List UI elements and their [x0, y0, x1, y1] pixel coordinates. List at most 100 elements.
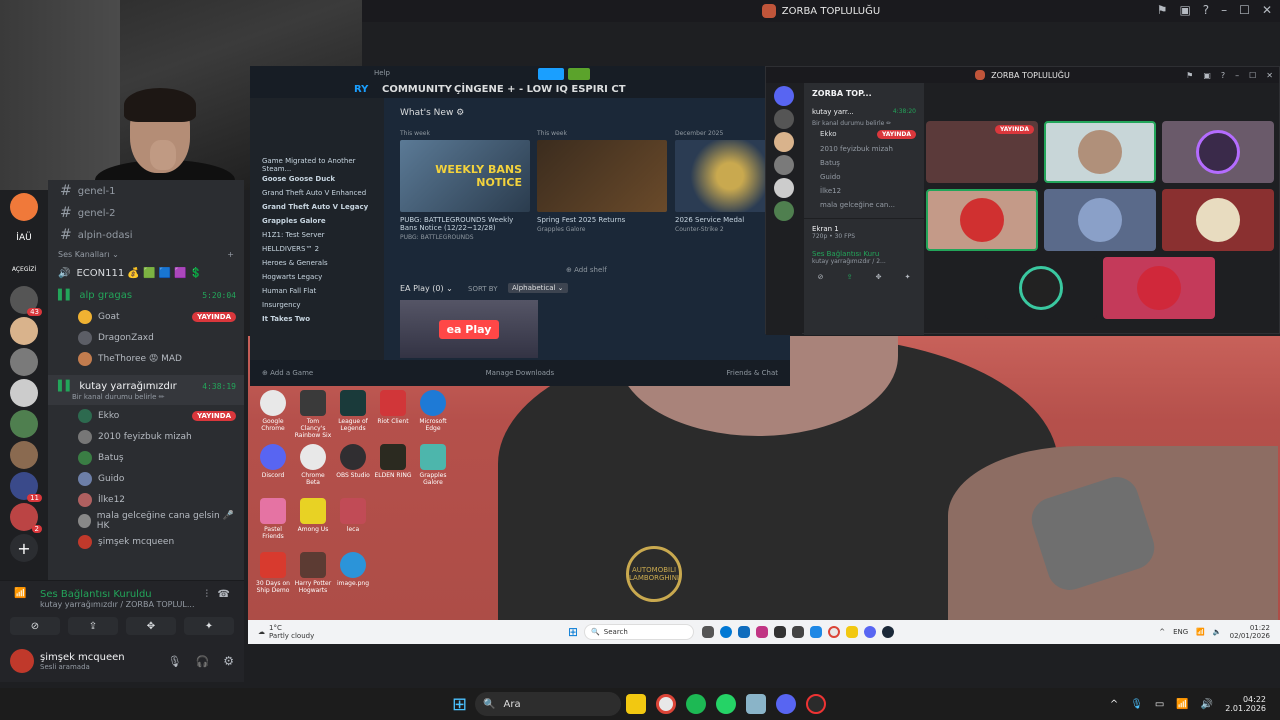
video-tile[interactable]	[1103, 257, 1215, 319]
news-card[interactable]: This week Spring Fest 2025 Returns Grapp…	[537, 130, 667, 240]
inbox-icon[interactable]: ⚑	[1157, 3, 1168, 17]
popup-member[interactable]: Guido	[804, 170, 924, 184]
desktop-icon[interactable]: Grapples Galore	[414, 444, 452, 486]
ea-play-tile[interactable]: ea Play	[400, 300, 538, 358]
desktop-icon[interactable]: Microsoft Edge	[414, 390, 452, 432]
desktop-icon[interactable]: Pastel Friends	[254, 498, 292, 540]
library-item[interactable]: Insurgency	[250, 298, 384, 312]
popup-member[interactable]: mala gelceğine can...	[804, 198, 924, 212]
microphone-icon[interactable]: 🎙	[1130, 699, 1143, 710]
help-icon[interactable]: ?	[1221, 71, 1225, 80]
desktop-icon[interactable]: leca	[334, 498, 372, 533]
sort-dropdown[interactable]: Alphabetical ⌄	[508, 283, 568, 293]
voice-channel-path[interactable]: kutay yarrağımızdır / ZORBA TOPLUL...	[0, 600, 244, 609]
app-icon[interactable]	[746, 694, 767, 714]
store-icon[interactable]	[738, 626, 751, 638]
library-item[interactable]: Game Migrated to Another Steam...	[250, 157, 384, 173]
news-card[interactable]: This week WEEKLY BANS NOTICE PUBG: BATTL…	[400, 130, 530, 241]
soundboard-icon[interactable]: ✦	[905, 273, 911, 281]
video-tile-stream[interactable]: YAYINDA	[926, 121, 1038, 183]
maximize-button[interactable]: ☐	[1239, 3, 1250, 17]
screen-share-icon[interactable]: ⇪	[847, 273, 853, 281]
weather-widget[interactable]: ☁ 1°C Partly cloudy	[248, 624, 398, 640]
voice-category[interactable]: Ses Kanalları ⌄ +	[48, 246, 244, 262]
voice-member[interactable]: 2010 feyizbuk mizah	[48, 426, 244, 447]
minimize-button[interactable]: –	[1235, 71, 1239, 80]
user-avatar[interactable]	[10, 649, 34, 673]
display-icon[interactable]: ▭	[1155, 699, 1164, 710]
obs-icon[interactable]	[806, 694, 827, 714]
desktop-icon[interactable]: OBS Studio	[334, 444, 372, 479]
voice-member[interactable]: Goat YAYINDA	[48, 306, 244, 327]
video-tile[interactable]	[1044, 121, 1156, 183]
popup-member[interactable]: Ekko YAYINDA	[804, 127, 924, 142]
video-tile[interactable]	[985, 257, 1097, 319]
channel-status[interactable]: Bir kanal durumu belirle ✏	[48, 393, 244, 405]
disconnect-icon[interactable]: ☎	[218, 589, 230, 600]
desktop-icon[interactable]: Discord	[254, 444, 292, 479]
desktop-icon[interactable]: Among Us	[294, 498, 332, 533]
activities-button[interactable]: ✥	[126, 617, 176, 635]
voice-channel-alp[interactable]: ▌▌ alp gragas 5:20:04	[48, 284, 244, 306]
whatsapp-icon[interactable]	[716, 694, 737, 714]
popup-voice-channel[interactable]: kutay yarr... 4:38:20	[804, 104, 924, 120]
file-explorer-icon[interactable]	[626, 694, 647, 714]
server-icon-acegizi[interactable]: AÇEGİZİ	[10, 255, 38, 283]
text-channel[interactable]: # genel-2	[48, 202, 244, 224]
file-explorer-icon[interactable]	[846, 626, 859, 638]
library-item[interactable]: Heroes & Generals	[250, 256, 384, 270]
stream-preview[interactable]: Ekran 1 720p • 30 FPS	[804, 218, 924, 246]
desktop-icon[interactable]: Google Chrome	[254, 390, 292, 432]
taskbar-app-icon[interactable]	[792, 626, 805, 638]
nav-community[interactable]: COMMUNITY	[382, 84, 452, 95]
chevron-up-icon[interactable]: ^	[1110, 699, 1118, 710]
popup-member[interactable]: İlke12	[804, 184, 924, 198]
chevron-up-icon[interactable]: ^	[1159, 628, 1165, 636]
library-item[interactable]: Grand Theft Auto V Enhanced	[250, 186, 384, 200]
voice-channel-path[interactable]: kutay yarrağımızdır / 2...	[812, 258, 916, 265]
inbox-icon[interactable]: ⚑	[1186, 71, 1193, 80]
discord-icon[interactable]	[864, 626, 877, 638]
whats-new-heading[interactable]: What's New ⚙	[390, 98, 790, 120]
taskbar-app-icon[interactable]	[810, 626, 823, 638]
minimize-button[interactable]: –	[1221, 3, 1227, 17]
taskbar-app-icon[interactable]	[756, 626, 769, 638]
popup-member[interactable]: Batuş	[804, 156, 924, 170]
voice-member[interactable]: şimşek mcqueen	[48, 531, 244, 552]
voice-member[interactable]: DragonZaxd	[48, 327, 244, 348]
library-item[interactable]: It Takes Two	[250, 312, 384, 326]
discord-icon[interactable]	[776, 694, 797, 714]
camera-off-icon[interactable]: ⊘	[818, 273, 824, 281]
server-icon-6[interactable]	[10, 379, 38, 407]
chrome-icon[interactable]	[656, 694, 677, 714]
spotify-icon[interactable]	[686, 694, 707, 714]
camera-off-button[interactable]: ⊘	[10, 617, 60, 635]
channel-status[interactable]: Bir kanal durumu belirle ✏	[804, 120, 924, 127]
close-button[interactable]: ✕	[1266, 71, 1273, 80]
voice-member[interactable]: TheThoree 😡 MAD	[48, 348, 244, 369]
settings-gear-icon[interactable]: ⚙	[223, 654, 234, 668]
video-tile[interactable]	[1044, 189, 1156, 251]
server-icon[interactable]	[774, 132, 794, 152]
popup-server-name[interactable]: ZORBA TOP...	[804, 83, 924, 104]
server-icon[interactable]	[774, 109, 794, 129]
taskbar-search-box[interactable]: 🔍 Ara	[475, 692, 622, 716]
maximize-button[interactable]: ☐	[1249, 71, 1256, 80]
volume-icon[interactable]: 🔊	[1201, 699, 1213, 710]
screen-icon[interactable]: ▣	[1179, 3, 1190, 17]
server-icon[interactable]	[774, 178, 794, 198]
manage-downloads-button[interactable]: Manage Downloads	[486, 369, 554, 377]
steam-icon[interactable]	[882, 626, 895, 638]
language-indicator[interactable]: ENG	[1173, 628, 1188, 636]
voice-member[interactable]: İlke12	[48, 489, 244, 510]
video-tile[interactable]	[926, 189, 1038, 251]
microphone-icon[interactable]: 🎙	[168, 655, 182, 668]
server-icon-5[interactable]	[10, 348, 38, 376]
friends-chat-button[interactable]: Friends & Chat	[727, 369, 778, 377]
text-channel[interactable]: # alpin-odasi	[48, 224, 244, 246]
desktop-icon[interactable]: Tom Clancy's Rainbow Six	[294, 390, 332, 439]
desktop-icon[interactable]: ELDEN RING	[374, 444, 412, 479]
server-icon-7[interactable]	[10, 410, 38, 438]
server-icon-4[interactable]	[10, 317, 38, 345]
add-shelf-button[interactable]: ⊕ Add shelf	[566, 266, 607, 274]
